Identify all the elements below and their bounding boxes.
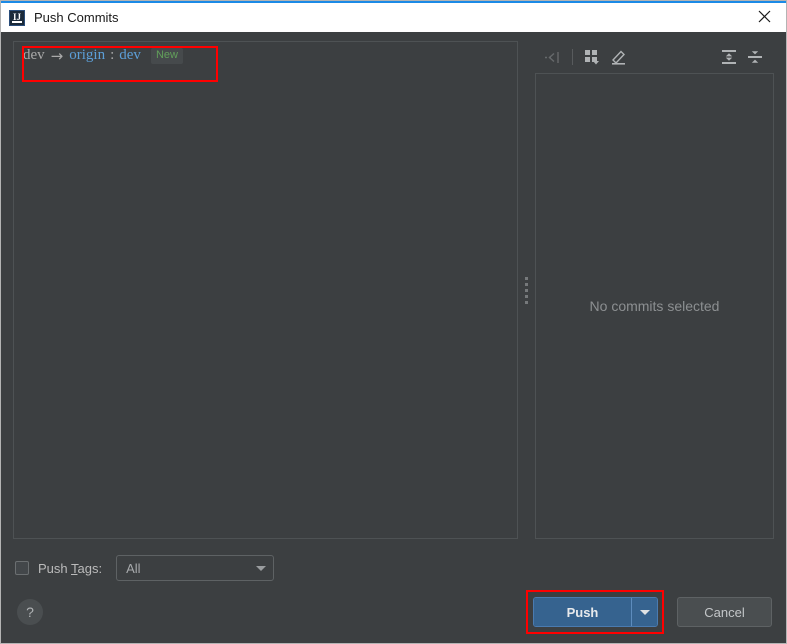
push-tags-select-value: All	[126, 560, 141, 576]
details-toolbar	[535, 41, 774, 73]
pane-splitter[interactable]	[518, 41, 535, 539]
dialog-content: dev → origin : dev New No commits select…	[1, 32, 786, 643]
push-arrow-icon: →	[50, 46, 64, 65]
intellij-idea-icon-bar	[12, 20, 22, 23]
empty-state-message: No commits selected	[589, 298, 720, 314]
annotate-icon[interactable]	[606, 45, 632, 69]
new-branch-badge: New	[150, 47, 183, 64]
group-by-icon[interactable]	[580, 45, 606, 69]
local-branch-label: dev	[23, 47, 45, 63]
push-button[interactable]: Push	[534, 598, 631, 626]
action-row: ? Push Cancel	[1, 581, 786, 643]
cancel-button[interactable]: Cancel	[677, 597, 772, 627]
push-split-button-wrapper: Push	[526, 590, 664, 634]
window-title: Push Commits	[34, 10, 119, 25]
toolbar-separator	[572, 49, 573, 65]
push-targets-tree[interactable]: dev → origin : dev New	[13, 41, 518, 539]
options-row: Push Tags: All	[1, 539, 786, 581]
splitter-grip-icon	[525, 276, 528, 304]
push-tags-label-suffix: ags:	[77, 560, 103, 576]
expand-all-icon[interactable]	[716, 45, 742, 69]
collapse-all-icon[interactable]	[742, 45, 768, 69]
branch-row[interactable]: dev → origin : dev New	[14, 42, 517, 69]
collapse-selection-icon[interactable]	[539, 45, 565, 69]
remote-branch-label[interactable]: dev	[119, 47, 141, 64]
close-icon[interactable]	[742, 1, 786, 32]
push-tags-checkbox[interactable]	[15, 561, 29, 575]
push-commits-dialog: IJ Push Commits dev → origin : dev New N…	[0, 0, 787, 644]
intellij-idea-icon: IJ	[9, 9, 25, 26]
title-bar: IJ Push Commits	[1, 1, 786, 32]
push-tags-select[interactable]: All	[116, 555, 275, 581]
commit-details-empty-state: No commits selected	[535, 73, 774, 539]
remote-name-label[interactable]: origin	[69, 47, 105, 64]
panes-container: dev → origin : dev New No commits select…	[1, 32, 786, 539]
commit-details-pane: No commits selected	[535, 41, 774, 539]
push-tags-label[interactable]: Push Tags:	[38, 561, 102, 576]
push-dropdown-chevron-down-icon[interactable]	[632, 598, 657, 626]
push-split-button[interactable]: Push	[533, 597, 658, 627]
branch-separator: :	[110, 47, 115, 63]
help-icon[interactable]: ?	[17, 599, 43, 625]
push-tags-label-prefix: Push	[38, 560, 72, 576]
chevron-down-icon	[249, 565, 273, 571]
